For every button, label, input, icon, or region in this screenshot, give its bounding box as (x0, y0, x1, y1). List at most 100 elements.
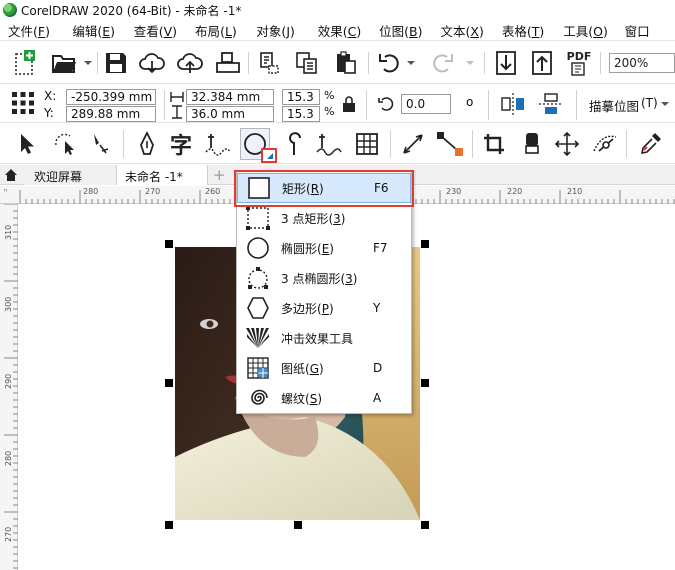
flyout-item-3-point-rectangle[interactable]: 3 点矩形(3) (237, 203, 411, 233)
straight-connector-tool[interactable] (435, 128, 465, 160)
eyedropper-icon (640, 133, 661, 155)
toolbar-separator (472, 130, 473, 158)
contour-tool[interactable] (279, 128, 309, 160)
import-button[interactable] (492, 48, 520, 78)
lock-ratio-icon[interactable] (342, 96, 356, 112)
menu-layout[interactable]: 布局(L) (184, 21, 245, 40)
menu-object[interactable]: 对象(J) (245, 21, 306, 40)
eyedropper-tool[interactable] (636, 128, 666, 160)
mirror-vertical-icon[interactable] (538, 92, 564, 116)
toolbar-separator (390, 130, 391, 158)
shape-tool[interactable] (50, 128, 80, 160)
ruler-label: 230 (446, 187, 462, 196)
export-pdf-button[interactable]: PDF (565, 48, 593, 78)
vertical-ruler[interactable]: 310 300 290 280 270 (0, 204, 18, 570)
selection-handle-bottom-left[interactable] (165, 521, 173, 529)
flyout-item-label: 多边形 (281, 301, 318, 316)
flyout-item-impact-tool[interactable]: 冲击效果工具 (237, 323, 411, 353)
knife-icon (94, 134, 109, 154)
rotation-angle-field[interactable]: 0.0 (401, 94, 451, 114)
table-tool[interactable] (352, 128, 382, 160)
chevron-down-icon[interactable] (84, 59, 92, 67)
flyout-item-polygon[interactable]: 多边形(P) Y (237, 293, 411, 323)
pen-nib-icon (140, 131, 154, 155)
menu-view[interactable]: 查看(V) (123, 21, 184, 40)
dimension-tool[interactable] (398, 128, 428, 160)
crop-mark-icon (484, 134, 504, 154)
text-tool[interactable]: 字 (166, 128, 196, 160)
chevron-down-icon[interactable] (407, 59, 415, 67)
menu-text[interactable]: 文本(X) (429, 21, 490, 40)
copy-icon (296, 52, 317, 74)
import-icon (496, 51, 516, 75)
flyout-item-spiral[interactable]: 螺纹(S) A (237, 383, 411, 413)
add-tab-button[interactable]: + (213, 166, 226, 184)
window-title: CorelDRAW 2020 (64-Bit) - 未命名 -1* (21, 3, 242, 18)
menu-file[interactable]: 文件(F) (0, 21, 61, 40)
scale-height-field[interactable]: 15.3 (282, 106, 320, 122)
open-button[interactable] (50, 48, 78, 78)
selection-handle-left[interactable] (165, 379, 173, 387)
pan-tool[interactable] (552, 128, 582, 160)
rotation-icon (378, 97, 394, 111)
export-button[interactable] (528, 48, 556, 78)
title-bar: CorelDRAW 2020 (64-Bit) - 未命名 -1* (0, 0, 675, 20)
chevron-down-icon[interactable] (466, 59, 474, 67)
mirror-horizontal-icon[interactable] (500, 92, 526, 116)
menu-effects[interactable]: 效果(C) (307, 21, 368, 40)
copy-button[interactable] (293, 48, 321, 78)
cloud-download-button[interactable] (138, 48, 166, 78)
pointer-arrow-icon (21, 134, 34, 154)
diagonal-line-icon (403, 134, 423, 154)
flyout-item-label: 3 点椭圆形 (281, 271, 341, 286)
connector-tool[interactable] (314, 128, 344, 160)
menu-window[interactable]: 窗口 (614, 21, 675, 40)
tab-untitled-document[interactable]: 未命名 -1* (116, 165, 208, 185)
freehand-tool[interactable] (203, 128, 233, 160)
blend-tool[interactable] (479, 128, 509, 160)
crop-tool[interactable] (86, 128, 116, 160)
ruler-label: 290 (4, 373, 13, 389)
menu-edit[interactable]: 编辑(E) (61, 21, 122, 40)
height-field[interactable]: 36.0 mm (186, 106, 274, 122)
selection-handle-right[interactable] (421, 379, 429, 387)
menu-table[interactable]: 表格(T) (491, 21, 552, 40)
ellipse-flyout-button[interactable] (261, 148, 277, 163)
flyout-item-3-point-ellipse[interactable]: 3 点椭圆形(3) (237, 263, 411, 293)
ruler-label: 300 (4, 296, 13, 312)
x-position-field[interactable]: -250.399 mm (66, 89, 156, 105)
ruler-label: 220 (507, 187, 523, 196)
scale-width-field[interactable]: 15.3 (282, 89, 320, 105)
print-button[interactable] (214, 48, 242, 78)
menu-bitmaps[interactable]: 位图(B) (368, 21, 429, 40)
home-icon[interactable] (4, 168, 18, 182)
save-button[interactable] (102, 48, 130, 78)
selection-handle-bottom-right[interactable] (421, 521, 429, 529)
paste-button[interactable] (332, 48, 360, 78)
polygon-icon (247, 297, 269, 319)
tab-welcome-screen[interactable]: 欢迎屏幕 (24, 165, 116, 185)
object-origin-icon[interactable] (11, 91, 35, 115)
flyout-item-graph-paper[interactable]: 图纸(G) D (237, 353, 411, 383)
transparency-tool[interactable] (517, 128, 547, 160)
cut-button[interactable] (256, 48, 284, 78)
width-field[interactable]: 32.384 mm (186, 89, 274, 105)
selection-handle-top-left[interactable] (165, 240, 173, 248)
y-position-field[interactable]: 289.88 mm (66, 106, 156, 122)
trace-bitmap-button[interactable]: 描摹位图 (589, 96, 639, 115)
menu-tools[interactable]: 工具(O) (552, 21, 613, 40)
selection-handle-top-right[interactable] (421, 240, 429, 248)
undo-button[interactable] (376, 48, 404, 78)
flyout-item-ellipse[interactable]: 椭圆形(E) F7 (237, 233, 411, 263)
smart-fill-tool[interactable] (590, 128, 620, 160)
selection-handle-bottom[interactable] (294, 521, 302, 529)
zoom-pen-tool[interactable] (132, 128, 162, 160)
pick-tool[interactable] (12, 128, 42, 160)
cloud-upload-button[interactable] (176, 48, 204, 78)
paste-icon (337, 51, 356, 74)
highlight-frame-annotation (234, 170, 414, 207)
new-document-button[interactable] (12, 48, 40, 78)
redo-button[interactable] (428, 48, 456, 78)
chevron-down-icon[interactable] (661, 100, 669, 108)
zoom-level-combo[interactable]: 200% (609, 53, 675, 73)
